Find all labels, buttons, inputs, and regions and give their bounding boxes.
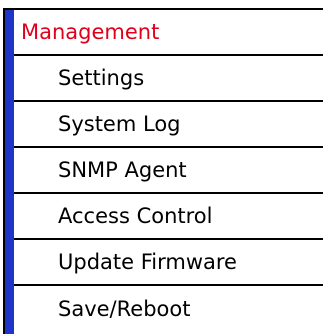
menu-item-save-reboot[interactable]: Save/Reboot — [14, 286, 323, 332]
menu-item-update-firmware[interactable]: Update Firmware — [14, 240, 323, 286]
menu-item-snmp-agent[interactable]: SNMP Agent — [14, 148, 323, 194]
menu-item-access-control[interactable]: Access Control — [14, 194, 323, 240]
menu-item-system-log[interactable]: System Log — [14, 102, 323, 148]
management-menu-panel: Management Settings System Log SNMP Agen… — [5, 10, 323, 334]
management-menu: Management Settings System Log SNMP Agen… — [3, 8, 323, 334]
menu-title: Management — [14, 10, 323, 56]
menu-item-settings[interactable]: Settings — [14, 56, 323, 102]
